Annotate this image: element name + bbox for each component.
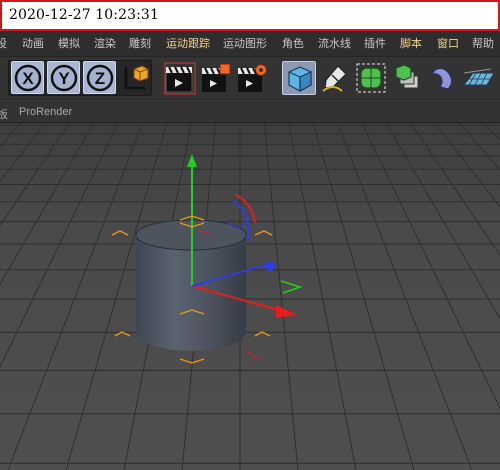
main-menubar: 设 动画 模拟 渲染 雕刻 运动跟踪 运动图形 角色 流水线 插件 脚本 窗口 … xyxy=(0,31,500,57)
menu-item-help[interactable]: 帮助 xyxy=(472,37,494,51)
x-axis-icon: X xyxy=(14,64,42,92)
cloner-icon xyxy=(395,64,419,89)
bend-deformer-icon xyxy=(430,67,453,90)
menu-item-simulate[interactable]: 模拟 xyxy=(58,37,80,51)
menu-item-mograph[interactable]: 运动图形 xyxy=(223,37,267,51)
z-axis-tip xyxy=(265,261,275,271)
x-axis-lock-button[interactable]: X xyxy=(11,61,44,94)
menu-item-settings-partial[interactable]: 设 xyxy=(0,37,7,51)
menu-item-sculpt[interactable]: 雕刻 xyxy=(129,37,151,51)
subdivision-icon xyxy=(356,63,386,93)
floor-button[interactable] xyxy=(461,61,495,95)
main-toolbar: X Y Z xyxy=(0,57,500,100)
menu-item-plugins[interactable]: 插件 xyxy=(364,37,386,51)
menu-item-pipeline[interactable]: 流水线 xyxy=(318,37,351,51)
viewport-canvas xyxy=(0,123,500,470)
y-axis-lock-button[interactable]: Y xyxy=(47,61,80,94)
coordinate-system-icon xyxy=(124,65,149,90)
menu-item-render[interactable]: 渲染 xyxy=(94,37,116,51)
clapperboard-icon xyxy=(202,63,231,92)
menu-item-character[interactable]: 角色 xyxy=(282,37,304,51)
floor-icon xyxy=(463,68,495,86)
timestamp-bar: 2020-12-27 10:23:31 xyxy=(0,0,500,31)
cube-icon xyxy=(288,66,312,93)
menu-item-window[interactable]: 窗口 xyxy=(437,37,459,51)
viewport-tabbar: 板 ProRender xyxy=(0,100,500,123)
menu-item-motion-tracking[interactable]: 运动跟踪 xyxy=(166,37,210,51)
z-axis-letter: Z xyxy=(95,69,105,88)
render-view-button[interactable] xyxy=(163,62,197,95)
cloner-button[interactable] xyxy=(390,61,424,95)
menu-item-animation[interactable]: 动画 xyxy=(22,37,44,51)
tab-partial[interactable]: 板 xyxy=(0,106,8,122)
cube-object-button[interactable] xyxy=(282,61,316,95)
render-settings-button[interactable] xyxy=(235,62,269,95)
clapperboard-gear-icon xyxy=(238,64,267,92)
y-axis-icon: Y xyxy=(50,64,78,92)
deformer-button[interactable] xyxy=(426,61,460,95)
coordinate-system-button[interactable] xyxy=(118,61,150,94)
3d-viewport[interactable] xyxy=(0,123,500,470)
subdivision-surface-button[interactable] xyxy=(354,61,388,95)
pen-spline-icon xyxy=(322,65,347,92)
render-to-picture-viewer-button[interactable] xyxy=(199,62,233,95)
y-axis-letter: Y xyxy=(58,69,70,88)
menu-item-script[interactable]: 脚本 xyxy=(400,37,422,51)
tab-prorender[interactable]: ProRender xyxy=(19,106,72,118)
pen-spline-button[interactable] xyxy=(318,61,352,95)
clapperboard-icon xyxy=(164,62,196,95)
x-axis-letter: X xyxy=(22,69,34,88)
z-axis-icon: Z xyxy=(86,64,114,92)
z-axis-lock-button[interactable]: Z xyxy=(83,61,116,94)
timestamp-text: 2020-12-27 10:23:31 xyxy=(9,7,159,23)
